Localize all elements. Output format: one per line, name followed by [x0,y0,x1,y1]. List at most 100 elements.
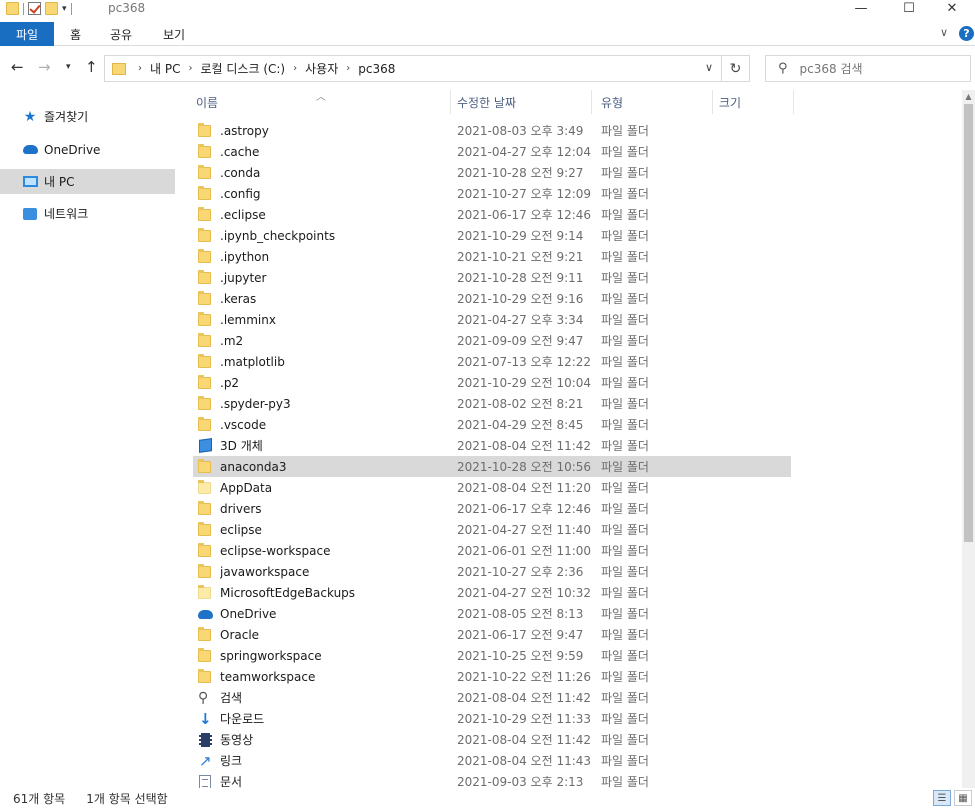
expand-ribbon-chevron-icon[interactable]: ∨ [940,26,948,39]
file-row[interactable]: .vscode 2021-04-29 오전 8:45 파일 폴더 [193,414,791,435]
file-name: .eclipse [220,207,266,222]
breadcrumb-this-pc[interactable]: 내 PC [150,60,180,77]
sidebar-item-network[interactable]: 네트워크 [0,201,175,226]
column-header-date[interactable]: 수정한 날짜 [457,90,516,114]
file-row[interactable]: eclipse-workspace 2021-06-01 오전 11:00 파일 폴… [193,540,791,561]
large-icons-view-icon[interactable]: ▦ [954,790,972,806]
sidebar-item-favorites[interactable]: ★ 즐겨찾기 [0,104,175,129]
file-row[interactable]: AppData 2021-08-04 오전 11:20 파일 폴더 [193,477,791,498]
folder-icon [197,290,213,307]
search-box[interactable]: ⚲ [765,55,971,82]
3d-objects-icon [197,437,213,454]
tab-share[interactable]: 공유 [110,22,132,46]
column-header-size[interactable]: 크기 [719,90,741,114]
file-date: 2021-10-22 오전 11:26 [457,670,592,684]
scrollbar-thumb[interactable] [964,104,973,542]
star-icon: ★ [23,108,37,125]
up-button[interactable]: ↑ [85,58,98,76]
file-type: 파일 폴더 [601,733,649,747]
scroll-up-arrow-icon[interactable]: ▲ [962,90,975,103]
breadcrumb-local-disk[interactable]: 로컬 디스크 (C:) [200,60,285,77]
file-row[interactable]: .spyder-py3 2021-08-02 오전 8:21 파일 폴더 [193,393,791,414]
file-row[interactable]: .keras 2021-10-29 오전 9:16 파일 폴더 [193,288,791,309]
file-row[interactable]: drivers 2021-06-17 오후 12:46 파일 폴더 [193,498,791,519]
sidebar-item-this-pc[interactable]: 내 PC [0,169,175,194]
file-date: 2021-08-02 오전 8:21 [457,397,584,411]
back-button[interactable]: ← [11,58,24,76]
maximize-button[interactable]: ☐ [886,0,932,16]
file-row[interactable]: ↓ 다운로드 2021-10-29 오전 11:33 파일 폴더 [193,708,791,729]
file-row[interactable]: teamworkspace 2021-10-22 오전 11:26 파일 폴더 [193,666,791,687]
details-view-icon[interactable]: ☰ [933,790,951,806]
column-divider[interactable] [712,90,713,114]
folder-icon [197,122,213,139]
folder-icon [197,542,213,559]
file-row[interactable]: .eclipse 2021-06-17 오후 12:46 파일 폴더 [193,204,791,225]
folder-icon [197,185,213,202]
refresh-button[interactable]: ↻ [722,55,750,82]
column-header-name[interactable]: 이름 [196,90,218,114]
file-date: 2021-10-29 오전 11:33 [457,712,592,726]
file-row[interactable]: .jupyter 2021-10-28 오전 9:11 파일 폴더 [193,267,791,288]
file-row[interactable]: .m2 2021-09-09 오전 9:47 파일 폴더 [193,330,791,351]
onedrive-icon [22,142,38,158]
chevron-right-icon[interactable]: › [293,63,297,74]
breadcrumb-users[interactable]: 사용자 [305,60,338,77]
column-header-type[interactable]: 유형 [601,90,623,114]
file-row[interactable]: .lemminx 2021-04-27 오후 3:34 파일 폴더 [193,309,791,330]
file-name: .m2 [220,333,244,348]
recent-locations-dropdown[interactable]: ▾ [66,62,71,72]
status-bar: 61개 항목 1개 항목 선택함 ☰ ▦ [0,788,975,808]
vertical-scrollbar[interactable]: ▲ [962,90,975,788]
column-divider[interactable] [793,90,794,114]
file-row[interactable]: .cache 2021-04-27 오후 12:04 파일 폴더 [193,141,791,162]
help-icon[interactable]: ? [959,26,974,41]
column-divider[interactable] [450,90,451,114]
file-row[interactable]: .matplotlib 2021-07-13 오후 12:22 파일 폴더 [193,351,791,372]
file-row[interactable]: 동영상 2021-08-04 오전 11:42 파일 폴더 [193,729,791,750]
file-row[interactable]: javaworkspace 2021-10-27 오후 2:36 파일 폴더 [193,561,791,582]
tab-view[interactable]: 보기 [163,22,185,46]
chevron-right-icon[interactable]: › [346,63,350,74]
address-bar[interactable]: › 내 PC › 로컬 디스크 (C:) › 사용자 › pc368 ∨ [104,55,722,82]
file-type: 파일 폴더 [601,754,649,768]
sidebar-item-onedrive[interactable]: OneDrive [0,137,175,162]
tab-file[interactable]: 파일 [0,22,54,46]
file-type: 파일 폴더 [601,607,649,621]
new-folder-icon[interactable] [45,2,58,15]
search-input[interactable] [799,61,960,76]
file-type: 파일 폴더 [601,460,649,474]
properties-icon[interactable] [28,2,41,15]
file-row[interactable]: .ipynb_checkpoints 2021-10-29 오전 9:14 파일 폴… [193,225,791,246]
breadcrumb-pc368[interactable]: pc368 [358,62,395,76]
file-row[interactable]: ⚲ 검색 2021-08-04 오전 11:42 파일 폴더 [193,687,791,708]
close-button[interactable]: ✕ [929,0,975,16]
chevron-right-icon[interactable]: › [188,63,192,74]
file-row[interactable]: .conda 2021-10-28 오전 9:27 파일 폴더 [193,162,791,183]
forward-button[interactable]: → [38,58,51,76]
file-row[interactable]: .ipython 2021-10-21 오전 9:21 파일 폴더 [193,246,791,267]
file-row[interactable]: 3D 개체 2021-08-04 오전 11:42 파일 폴더 [193,435,791,456]
search-icon: ⚲ [198,689,209,706]
file-row[interactable]: .config 2021-10-27 오후 12:09 파일 폴더 [193,183,791,204]
column-divider[interactable] [591,90,592,114]
chevron-right-icon[interactable]: › [138,63,142,74]
customize-toolbar-dropdown[interactable]: ▾ [62,4,67,14]
tab-home[interactable]: 홈 [70,22,81,46]
file-row[interactable]: MicrosoftEdgeBackups 2021-04-27 오전 10:32 파… [193,582,791,603]
file-row[interactable]: .p2 2021-10-29 오전 10:04 파일 폴더 [193,372,791,393]
folder-icon [197,395,213,412]
file-row[interactable]: eclipse 2021-04-27 오전 11:40 파일 폴더 [193,519,791,540]
file-row[interactable]: ↗ 링크 2021-08-04 오전 11:43 파일 폴더 [193,750,791,771]
file-row[interactable]: springworkspace 2021-10-25 오전 9:59 파일 폴더 [193,645,791,666]
file-row[interactable]: Oracle 2021-06-17 오전 9:47 파일 폴더 [193,624,791,645]
folder-icon [197,311,213,328]
file-row[interactable]: .astropy 2021-08-03 오후 3:49 파일 폴더 [193,120,791,141]
chevron-down-icon[interactable]: ∨ [705,61,713,74]
file-row[interactable]: OneDrive 2021-08-05 오전 8:13 파일 폴더 [193,603,791,624]
file-date: 2021-10-28 오전 9:11 [457,271,584,285]
minimize-button[interactable]: — [838,0,884,16]
folder-icon [197,626,213,643]
file-name: 동영상 [220,733,254,747]
file-row[interactable]: anaconda3 2021-10-28 오전 10:56 파일 폴더 [193,456,791,477]
